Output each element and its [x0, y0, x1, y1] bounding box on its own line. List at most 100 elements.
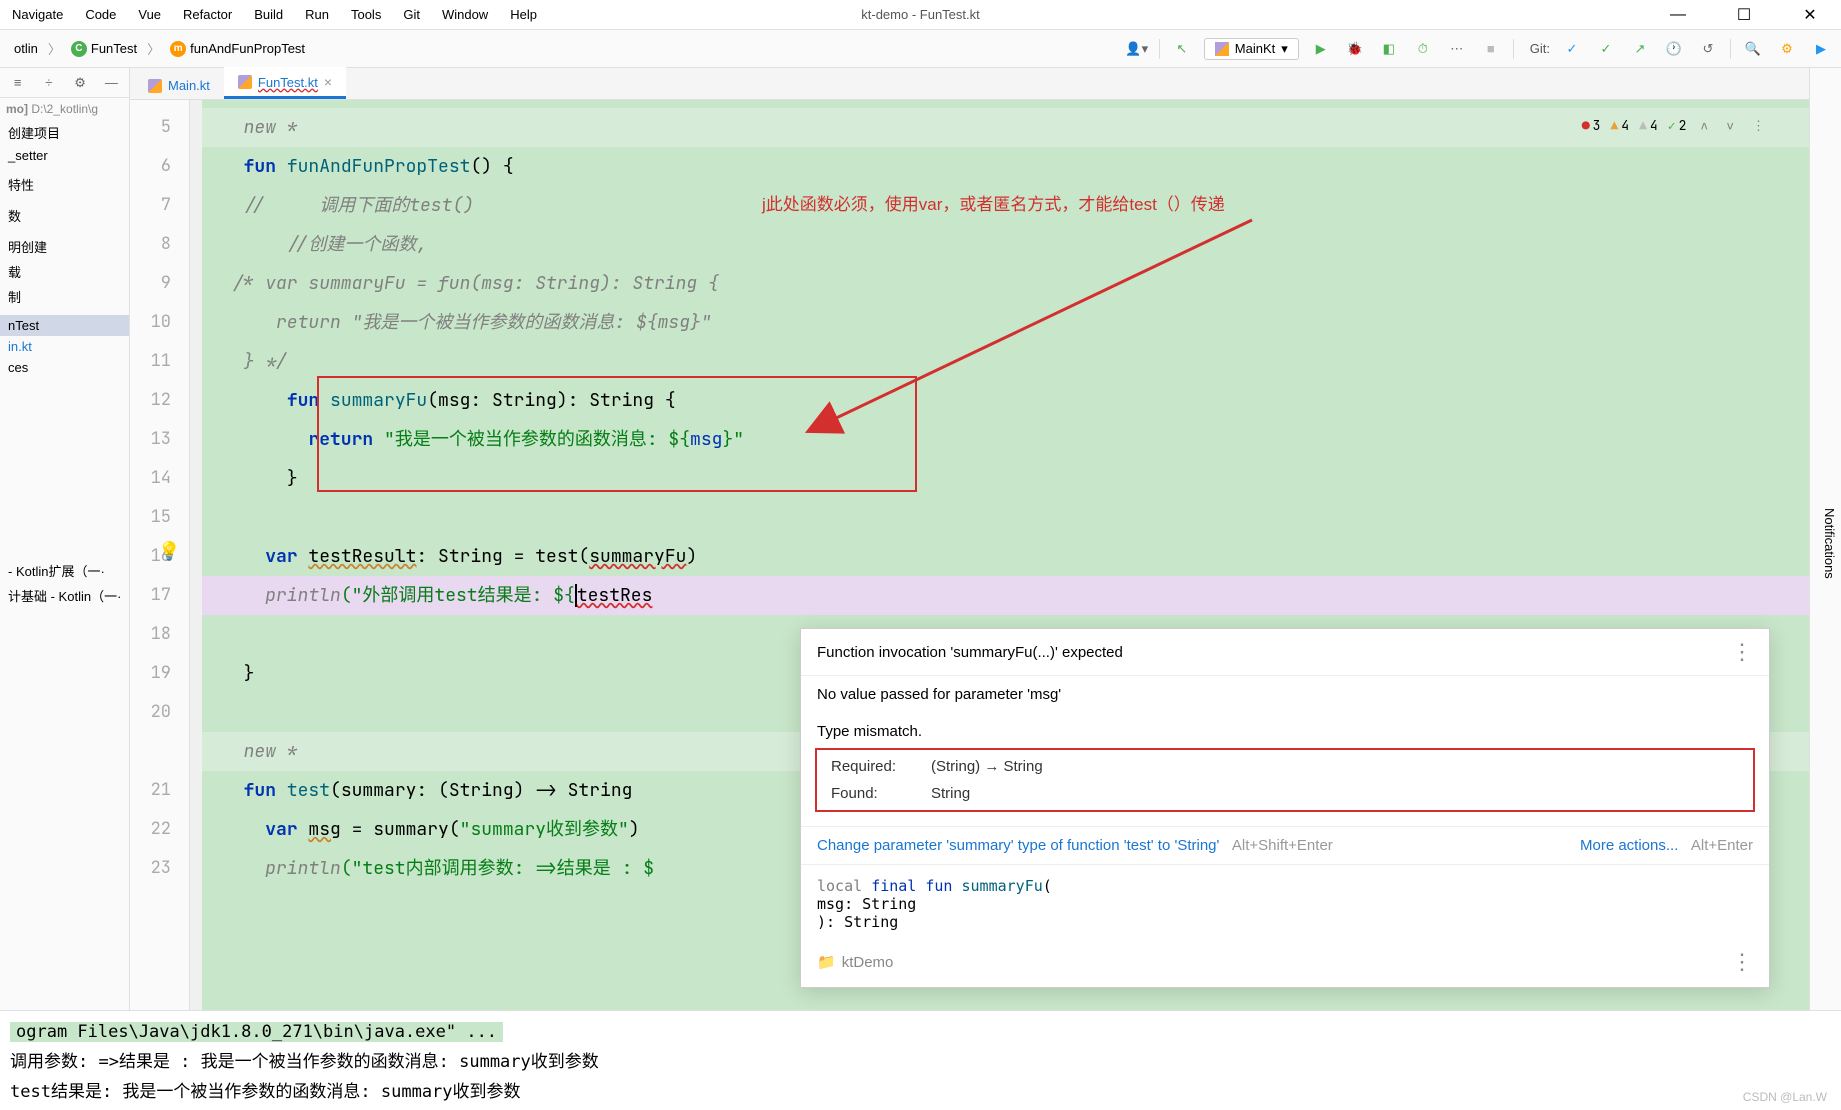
breadcrumb-label: funAndFunPropTest [190, 41, 305, 56]
code-line [202, 498, 1809, 537]
stop-button[interactable]: ■ [1479, 37, 1503, 61]
next-highlight-icon[interactable]: ∨ [1722, 106, 1738, 145]
run-config-selector[interactable]: MainKt ▾ [1204, 38, 1299, 60]
kotlin-file-icon [148, 79, 162, 93]
tree-node[interactable]: ces [0, 357, 129, 378]
run-console[interactable]: ogram Files\Java\jdk1.8.0_271\bin\java.e… [0, 1010, 1841, 1110]
gutter-num: 12 [130, 381, 189, 420]
menu-help[interactable]: Help [506, 5, 541, 24]
collapse-icon[interactable]: ≡ [6, 71, 29, 95]
class-icon: C [71, 41, 87, 57]
user-icon[interactable]: 👤▾ [1125, 37, 1149, 61]
maximize-button[interactable]: ☐ [1721, 1, 1767, 29]
menu-code[interactable]: Code [81, 5, 120, 24]
quickfix-link[interactable]: Change parameter 'summary' type of funct… [817, 837, 1219, 854]
code-line: /* var summaryFu = fun(msg: String): Str… [202, 264, 1809, 303]
menu-tools[interactable]: Tools [347, 5, 385, 24]
tree-node[interactable]: 制 [0, 284, 129, 309]
tooltip-message: Type mismatch. [801, 713, 1769, 740]
close-button[interactable]: ✕ [1787, 1, 1833, 29]
code-line: } [202, 459, 1809, 498]
intention-bulb-icon[interactable]: 💡 [158, 532, 180, 571]
git-push-icon[interactable]: ↗ [1628, 37, 1652, 61]
gear-icon[interactable]: ⚙ [69, 71, 92, 95]
git-history-icon[interactable]: 🕐 [1662, 37, 1686, 61]
ide-settings-icon[interactable]: ⚙ [1775, 37, 1799, 61]
breadcrumb-item-0[interactable]: otlin [8, 39, 44, 58]
tree-node[interactable]: 特性 [0, 172, 129, 197]
notifications-tool[interactable]: Notifications [1818, 500, 1841, 587]
tree-node[interactable]: 载 [0, 259, 129, 284]
tree-node-inkt[interactable]: in.kt [0, 336, 129, 357]
git-rollback-icon[interactable]: ↺ [1696, 37, 1720, 61]
profile-button[interactable]: ⏱ [1411, 37, 1435, 61]
gutter-num: 11 [130, 342, 189, 381]
weak-warning-count[interactable]: ▲4 [1639, 106, 1658, 145]
tab-main[interactable]: Main.kt [134, 71, 224, 99]
tree-node[interactable]: - Kotlin扩展（一· [0, 558, 129, 583]
tab-funtest[interactable]: FunTest.kt × [224, 67, 346, 99]
gutter-num: 22 [130, 810, 189, 849]
tooltip-actions: Change parameter 'summary' type of funct… [801, 826, 1769, 865]
title-bar: Navigate Code Vue Refactor Build Run Too… [0, 0, 1841, 30]
breadcrumb: otlin 〉 C FunTest 〉 m funAndFunPropTest [8, 39, 311, 59]
tab-label: Main.kt [168, 78, 210, 93]
run-anything-icon[interactable]: ▶ [1809, 37, 1833, 61]
more-actions-link[interactable]: More actions... [1580, 837, 1678, 854]
tree-node[interactable]: 计基础 - Kotlin（一· [0, 583, 129, 608]
signature-info: local final fun summaryFu( msg: String )… [801, 865, 1769, 943]
tree-node[interactable]: 创建项目 [0, 120, 129, 145]
error-count[interactable]: ●3 [1582, 106, 1601, 145]
git-update-icon[interactable]: ✓ [1560, 37, 1584, 61]
tree-node[interactable]: _setter [0, 145, 129, 166]
code-line: //创建一个函数, [202, 225, 1809, 264]
found-value: String [931, 785, 1739, 802]
watermark: CSDN @Lan.W [1743, 1090, 1827, 1104]
warning-count[interactable]: ▲4 [1610, 106, 1629, 145]
menu-vue[interactable]: Vue [134, 5, 165, 24]
breadcrumb-item-1[interactable]: C FunTest [65, 39, 143, 59]
tree-node-funtest[interactable]: nTest [0, 315, 129, 336]
typo-count[interactable]: ✓2 [1668, 106, 1687, 145]
breadcrumb-item-2[interactable]: m funAndFunPropTest [164, 39, 311, 59]
console-cmd: ogram Files\Java\jdk1.8.0_271\bin\java.e… [10, 1022, 503, 1042]
gutter-num: 7 [130, 186, 189, 225]
tree-node[interactable]: 明创建 [0, 234, 129, 259]
search-icon[interactable]: 🔍 [1741, 37, 1765, 61]
gutter-num: 14 [130, 459, 189, 498]
select-target-icon[interactable]: ÷ [37, 71, 60, 95]
git-commit-icon[interactable]: ✓ [1594, 37, 1618, 61]
build-hammer-icon[interactable]: ↖ [1170, 37, 1194, 61]
prev-highlight-icon[interactable]: ∧ [1696, 106, 1712, 145]
menu-git[interactable]: Git [399, 5, 424, 24]
tree-node[interactable]: 数 [0, 203, 129, 228]
inspection-bar: ●3 ▲4 ▲4 ✓2 ∧ ∨ ⋮ [1582, 106, 1769, 145]
menu-navigate[interactable]: Navigate [8, 5, 67, 24]
editor-tabs: Main.kt FunTest.kt × [130, 68, 1809, 100]
menu-run[interactable]: Run [301, 5, 333, 24]
window-controls: — ☐ ✕ [1655, 1, 1833, 29]
hide-icon[interactable]: — [100, 71, 123, 95]
project-root[interactable]: mo] D:\2_kotlin\g [0, 98, 129, 120]
gutter-num: 6 [130, 147, 189, 186]
menu-build[interactable]: Build [250, 5, 287, 24]
tooltip-more-icon[interactable]: ⋮ [1731, 639, 1753, 665]
attach-button[interactable]: ⋯ [1445, 37, 1469, 61]
more-icon[interactable]: ⋮ [1748, 106, 1769, 145]
toolbar-right: 👤▾ ↖ MainKt ▾ ▶ 🐞 ◧ ⏱ ⋯ ■ Git: ✓ ✓ ↗ 🕐 ↺… [1125, 37, 1833, 61]
menu-refactor[interactable]: Refactor [179, 5, 236, 24]
type-mismatch-box: Required: (String) → String Found: Strin… [815, 748, 1755, 812]
tooltip-more-icon[interactable]: ⋮ [1731, 949, 1753, 975]
run-button[interactable]: ▶ [1309, 37, 1333, 61]
right-sidebar: Notifications Tabnine Chat [1809, 68, 1841, 1010]
vcs-gutter [190, 100, 202, 1010]
gutter-num: 20 [130, 693, 189, 732]
console-output: 调用参数: =>结果是 : 我是一个被当作参数的函数消息: summary收到参… [10, 1047, 1831, 1077]
debug-button[interactable]: 🐞 [1343, 37, 1367, 61]
tooltip-message: No value passed for parameter 'msg' [801, 676, 1769, 713]
menu-window[interactable]: Window [438, 5, 492, 24]
minimize-button[interactable]: — [1655, 1, 1701, 29]
close-tab-icon[interactable]: × [324, 74, 332, 90]
gutter-num: 8 [130, 225, 189, 264]
coverage-button[interactable]: ◧ [1377, 37, 1401, 61]
